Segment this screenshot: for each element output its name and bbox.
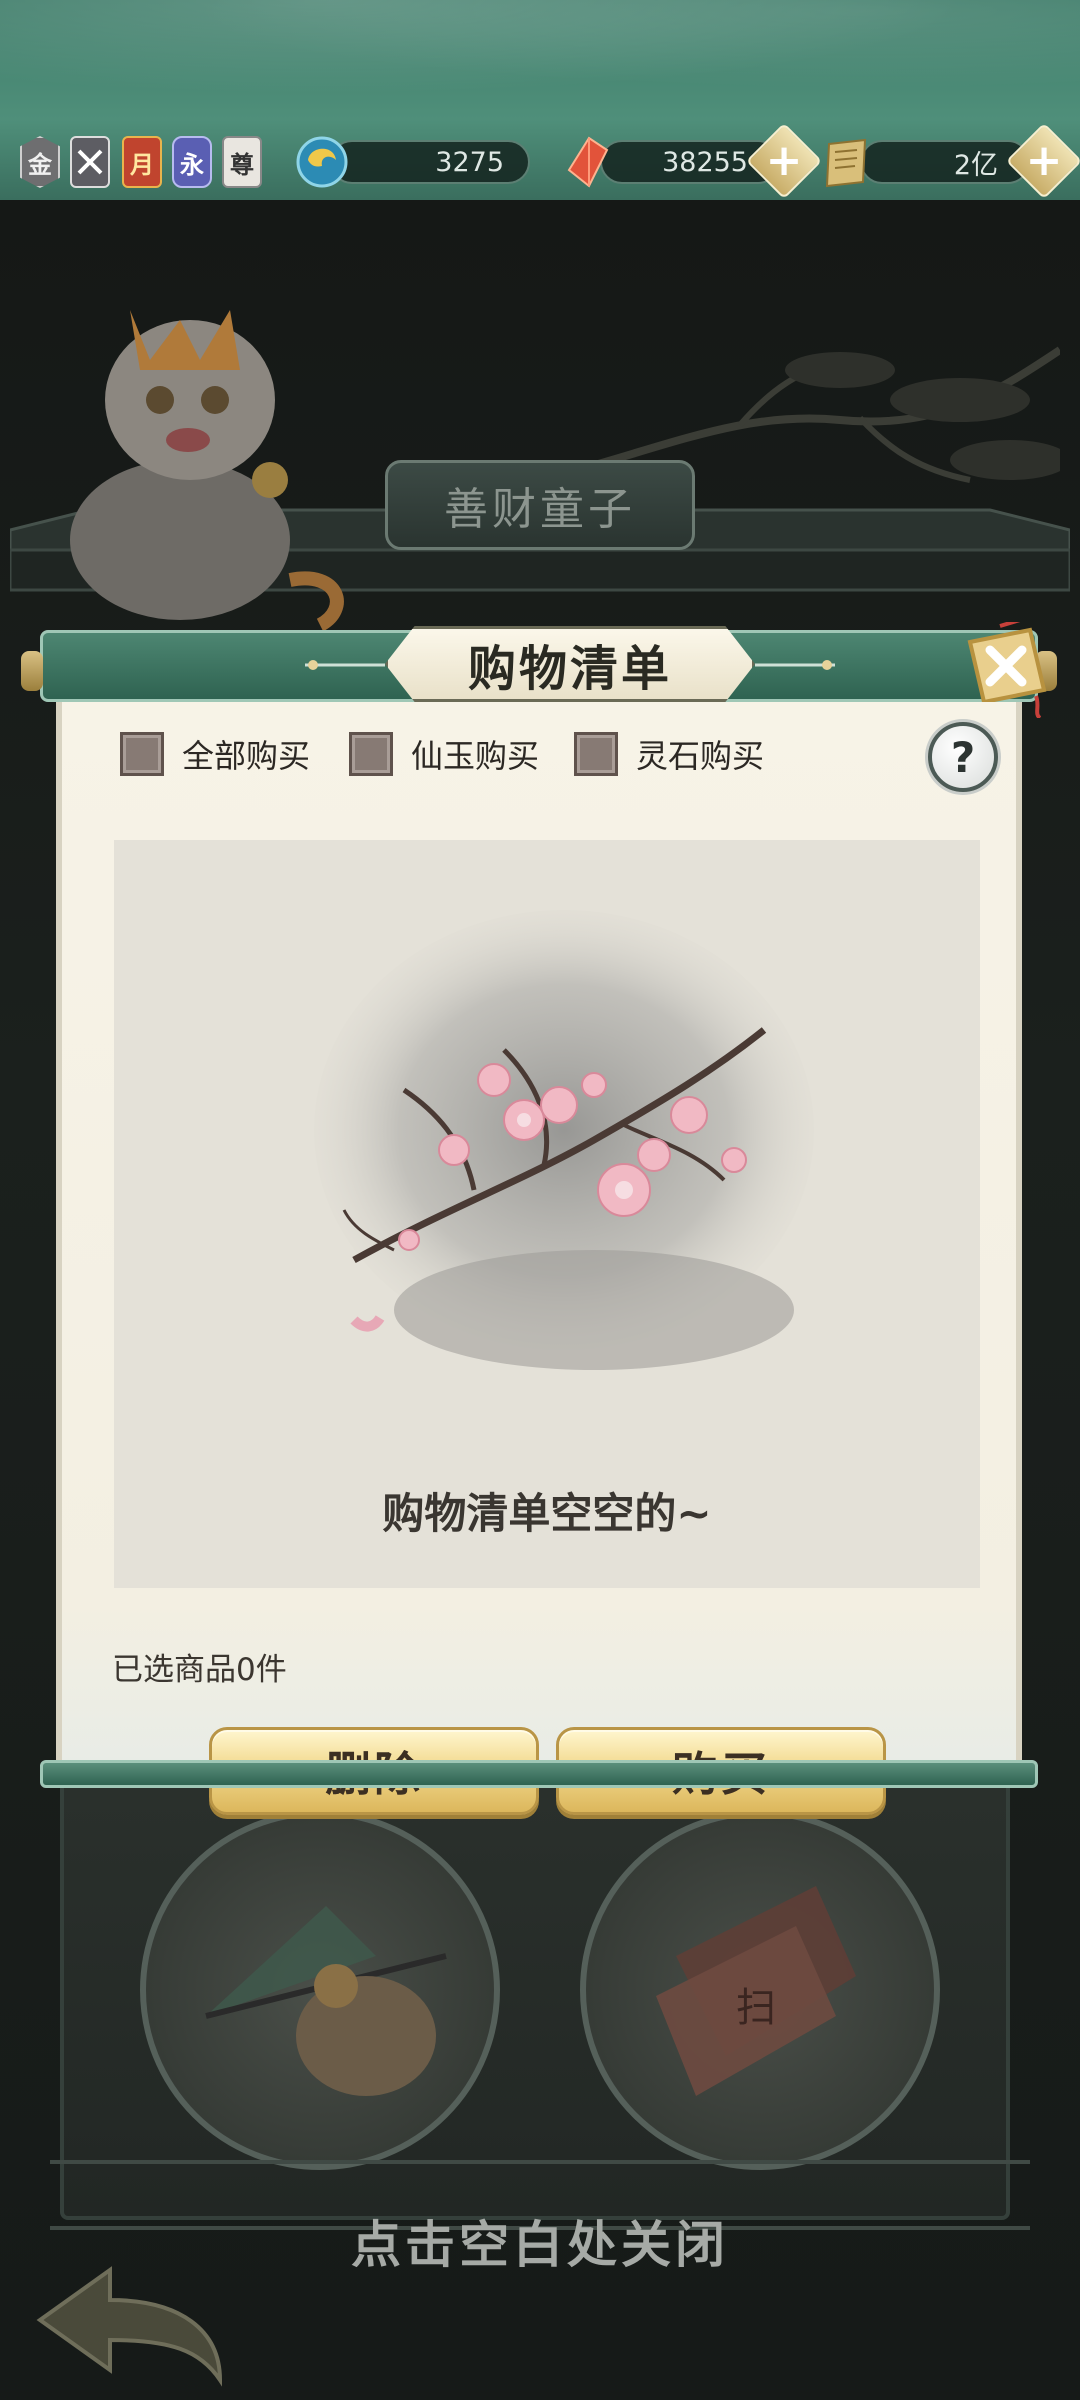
scroll-rod-left xyxy=(21,651,43,691)
svg-text:扫: 扫 xyxy=(736,1985,776,2031)
red-crystal-value: 38255 xyxy=(662,146,748,178)
sweep-ticket-item-slot[interactable]: 扫 xyxy=(580,1810,940,2170)
supreme-badge-icon[interactable]: 尊 xyxy=(222,136,262,188)
monthly-card-icon[interactable]: 月 xyxy=(122,136,162,188)
spirit-stone-purchase-checkbox[interactable]: 灵石购买 xyxy=(574,732,764,776)
shop-title-plaque: 善财童子 xyxy=(385,460,695,550)
spirit-orb-value: 3275 xyxy=(435,146,504,178)
plum-blossom-ink-illustration xyxy=(314,910,814,1370)
title-ornament-left xyxy=(305,660,385,670)
shopping-list-dialog: 购物清单 全部购买 仙玉购买 灵石购买 ? 购物清单空空的~ 已选商品0件 xyxy=(21,622,1057,1815)
scroll-currency-icon xyxy=(825,138,867,188)
spirit-orb-icon xyxy=(296,136,348,188)
scroll-currency-value: 2亿 xyxy=(953,149,998,181)
dialog-bottom-rod xyxy=(40,1760,1038,1788)
fan-and-bag-icon xyxy=(205,1906,447,2096)
dialog-body: 全部购买 仙玉购买 灵石购买 ? 购物清单空空的~ 已选商品0件 xyxy=(56,702,1022,1815)
checkbox-box[interactable] xyxy=(574,732,618,776)
checkbox-box[interactable] xyxy=(120,732,164,776)
gold-badge-icon[interactable]: 金 xyxy=(20,136,60,188)
fan-bag-item-slot[interactable] xyxy=(140,1810,500,2170)
tap-to-close-hint: 点击空白处关闭 xyxy=(351,2215,729,2274)
selected-items-count: 已选商品0件 xyxy=(112,1652,287,1688)
sweep-ticket-icon: 扫 xyxy=(656,1886,856,2096)
permanent-card-icon[interactable]: 永 xyxy=(172,136,212,188)
empty-list-message: 购物清单空空的~ xyxy=(382,1489,712,1538)
scroll-currency-counter: 2亿 xyxy=(860,140,1030,184)
jade-purchase-checkbox[interactable]: 仙玉购买 xyxy=(349,732,539,776)
filter-label: 仙玉购买 xyxy=(411,737,540,775)
buy-all-checkbox[interactable]: 全部购买 xyxy=(120,732,310,776)
spirit-orb-counter: 3275 xyxy=(330,140,530,184)
filter-label: 全部购买 xyxy=(182,737,311,775)
add-crystal-button[interactable]: + xyxy=(745,122,823,200)
checkbox-box[interactable] xyxy=(349,732,393,776)
tiger-mascot-icon xyxy=(70,310,344,630)
dialog-title: 购物清单 xyxy=(385,626,755,702)
title-ornament-right xyxy=(755,660,835,670)
empty-list-panel: 购物清单空空的~ xyxy=(114,840,980,1588)
help-button[interactable]: ? xyxy=(928,722,998,792)
purchase-filter-row: 全部购买 仙玉购买 灵石购买 ? xyxy=(62,722,1028,792)
add-scroll-currency-button[interactable]: + xyxy=(1005,122,1080,200)
filter-label: 灵石购买 xyxy=(636,737,765,775)
top-status-bar: 金 月 永 尊 3275 38255 + 2亿 + xyxy=(0,122,1080,200)
crossed-swords-badge-icon[interactable] xyxy=(70,136,110,188)
red-crystal-icon xyxy=(567,136,609,188)
